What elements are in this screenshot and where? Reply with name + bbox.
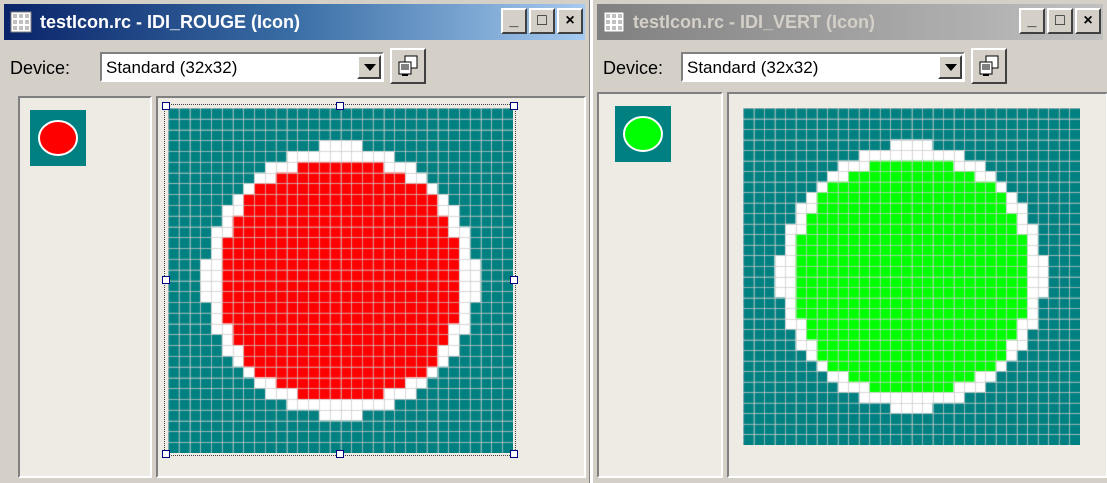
resize-handle-w[interactable] <box>162 276 170 284</box>
resize-handle-e[interactable] <box>510 276 518 284</box>
device-select[interactable]: Standard (32x32) <box>681 52 965 82</box>
device-toolbar: Device: Standard (32x32) <box>597 44 1103 92</box>
minimize-icon: _ <box>509 12 519 29</box>
maximize-icon: □ <box>537 12 547 29</box>
device-label: Device: <box>10 58 71 78</box>
pixel-grid-canvas[interactable] <box>743 108 1080 445</box>
icon-editor-window-rouge[interactable]: testIcon.rc - IDI_ROUGE (Icon) _ □ × Dev… <box>0 0 590 483</box>
maximize-button[interactable]: □ <box>1047 8 1073 34</box>
dropdown-arrow-button[interactable] <box>357 55 381 79</box>
device-select-value: Standard (32x32) <box>687 58 819 77</box>
title-bar[interactable]: testIcon.rc - IDI_ROUGE (Icon) _ □ × <box>4 4 585 40</box>
maximize-button[interactable]: □ <box>529 8 555 34</box>
minimize-button[interactable]: _ <box>1019 8 1045 34</box>
green-circle-icon <box>623 116 663 152</box>
preview-pane <box>597 92 723 478</box>
resource-file-icon <box>603 11 625 33</box>
chevron-down-icon <box>945 64 957 71</box>
new-device-image-button[interactable] <box>390 48 426 84</box>
device-select-value: Standard (32x32) <box>106 58 238 77</box>
resize-handle-nw[interactable] <box>162 102 170 110</box>
pixel-grid-canvas[interactable] <box>168 108 513 453</box>
dropdown-arrow-button[interactable] <box>938 55 962 79</box>
new-device-image-icon <box>979 55 999 76</box>
resize-handle-n[interactable] <box>336 102 344 110</box>
close-icon: × <box>565 12 575 29</box>
maximize-icon: □ <box>1055 12 1065 29</box>
minimize-button[interactable]: _ <box>501 8 527 34</box>
icon-preview <box>615 106 671 162</box>
icon-editor-window-vert[interactable]: testIcon.rc - IDI_VERT (Icon) _ □ × Devi… <box>592 0 1107 483</box>
title-bar[interactable]: testIcon.rc - IDI_VERT (Icon) _ □ × <box>597 4 1103 40</box>
resize-handle-ne[interactable] <box>510 102 518 110</box>
resize-handle-s[interactable] <box>336 450 344 458</box>
preview-pane <box>18 96 152 478</box>
red-circle-icon <box>38 120 78 156</box>
device-label: Device: <box>603 58 664 78</box>
icon-preview <box>30 110 86 166</box>
editor-pane <box>727 92 1107 478</box>
new-device-image-button[interactable] <box>971 48 1007 84</box>
resize-handle-sw[interactable] <box>162 450 170 458</box>
device-select[interactable]: Standard (32x32) <box>100 52 384 82</box>
new-device-image-icon <box>398 55 418 76</box>
editor-pane <box>156 96 586 478</box>
window-title: testIcon.rc - IDI_VERT (Icon) <box>633 12 876 32</box>
device-toolbar: Device: Standard (32x32) <box>4 44 585 92</box>
close-button[interactable]: × <box>557 8 583 34</box>
close-button[interactable]: × <box>1075 8 1101 34</box>
resource-file-icon <box>10 11 32 33</box>
resize-handle-se[interactable] <box>510 450 518 458</box>
chevron-down-icon <box>364 64 376 71</box>
window-title: testIcon.rc - IDI_ROUGE (Icon) <box>40 12 301 32</box>
close-icon: × <box>1083 12 1093 29</box>
minimize-icon: _ <box>1027 12 1037 29</box>
